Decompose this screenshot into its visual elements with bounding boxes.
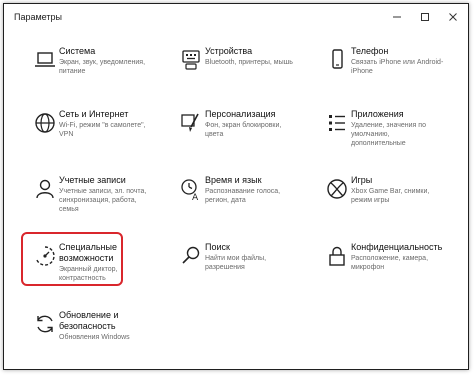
tile-desc: Связать iPhone или Android- [351,59,444,66]
person-icon [32,176,58,202]
tile-title: безопасность [59,321,116,331]
phone-icon [324,47,350,73]
tile-network[interactable]: Сеть и Интернет Wi-Fi, режим "в самолете… [26,106,156,162]
tile-title: Приложения [351,109,404,119]
xbox-icon [324,176,350,202]
laptop-icon [32,47,58,73]
tile-desc: Распознавание голоса, [205,188,281,195]
tile-title: возможности [59,253,114,263]
tile-system[interactable]: Система Экран, звук, уведомления, питани… [26,43,156,99]
tile-title: Игры [351,175,373,185]
sync-icon [32,311,58,337]
accessibility-icon [32,243,58,269]
tile-title: Устройства [205,46,253,56]
tile-desc: Wi-Fi, режим "в самолете", [59,122,146,129]
tile-update-security[interactable]: Обновление и безопасность Обновления Win… [26,307,156,363]
tile-desc: синхронизация, работа, семья [59,197,137,213]
tile-desc: регион, дата [205,197,246,204]
svg-text:A: A [192,193,199,202]
tile-desc: Найти мои файлы, [205,255,267,262]
window-title: Параметры [14,12,62,22]
minimize-button[interactable] [384,4,410,30]
tile-desc: Фон, экран блокировки, цвета [205,122,282,138]
search-icon [178,243,204,269]
close-button[interactable] [440,4,466,30]
tile-title: Система [59,46,96,56]
tile-apps[interactable]: Приложения Удаление, значения по умолчан… [318,106,448,162]
tile-title: Обновление и [59,310,119,320]
tile-gaming[interactable]: Игры Xbox Game Bar, снимки, режим игры [318,172,448,228]
tile-privacy[interactable]: Конфиденциальность Расположение, камера,… [318,239,448,295]
tile-title: Телефон [351,46,389,56]
tile-desc: разрешения [205,264,245,271]
tile-phone[interactable]: Телефон Связать iPhone или Android- iPho… [318,43,448,99]
tile-desc: Экран, звук, уведомления, [59,59,146,66]
tile-desc: iPhone [351,68,373,75]
tile-desc: умолчанию, дополнительные [351,131,406,147]
tile-accounts[interactable]: Учетные записи Учетные записи, эл. почта… [26,172,156,228]
tile-title: Специальные [59,242,117,252]
tile-desc: Удаление, значения по [351,122,426,129]
tile-desc: Xbox Game Bar, снимки, [351,188,430,195]
keyboard-icon [178,47,204,73]
tile-title: Сеть и Интернет [59,109,129,119]
tile-time-language[interactable]: A Время и язык Распознавание голоса, рег… [172,172,302,228]
tile-title: Поиск [205,242,230,252]
apps-list-icon [324,110,350,136]
close-icon [449,13,457,21]
maximize-icon [421,13,429,21]
tile-desc: Обновления Windows [59,334,130,341]
tile-devices[interactable]: Устройства Bluetooth, принтеры, мышь [172,43,302,99]
tile-title: Время и язык [205,175,262,185]
tile-title: Персонализация [205,109,276,119]
tile-desc: Bluetooth, принтеры, мышь [205,59,293,66]
settings-window: Параметры Система Экран, звук, уведомлен… [3,3,469,370]
tile-desc: Учетные записи, эл. почта, [59,188,147,195]
time-language-icon: A [178,176,204,202]
tile-title: Учетные записи [59,175,126,185]
tile-personalization[interactable]: Персонализация Фон, экран блокировки, цв… [172,106,302,162]
tile-desc: микрофон [351,264,385,271]
tile-desc: Расположение, камера, [351,255,429,262]
globe-icon [32,110,58,136]
tile-desc: Экранный диктор, [59,266,118,273]
paint-brush-icon [178,110,204,136]
tile-desc: питание [59,68,86,75]
tile-accessibility[interactable]: Специальные возможности Экранный диктор,… [26,239,156,295]
tile-desc: режим игры [351,197,390,204]
title-bar: Параметры [4,4,468,30]
tile-title: Конфиденциальность [351,242,443,252]
tile-desc: VPN [59,131,74,138]
lock-icon [324,243,350,269]
tile-search[interactable]: Поиск Найти мои файлы, разрешения [172,239,302,295]
maximize-button[interactable] [412,4,438,30]
tile-desc: контрастность [59,275,106,282]
minimize-icon [393,16,401,18]
